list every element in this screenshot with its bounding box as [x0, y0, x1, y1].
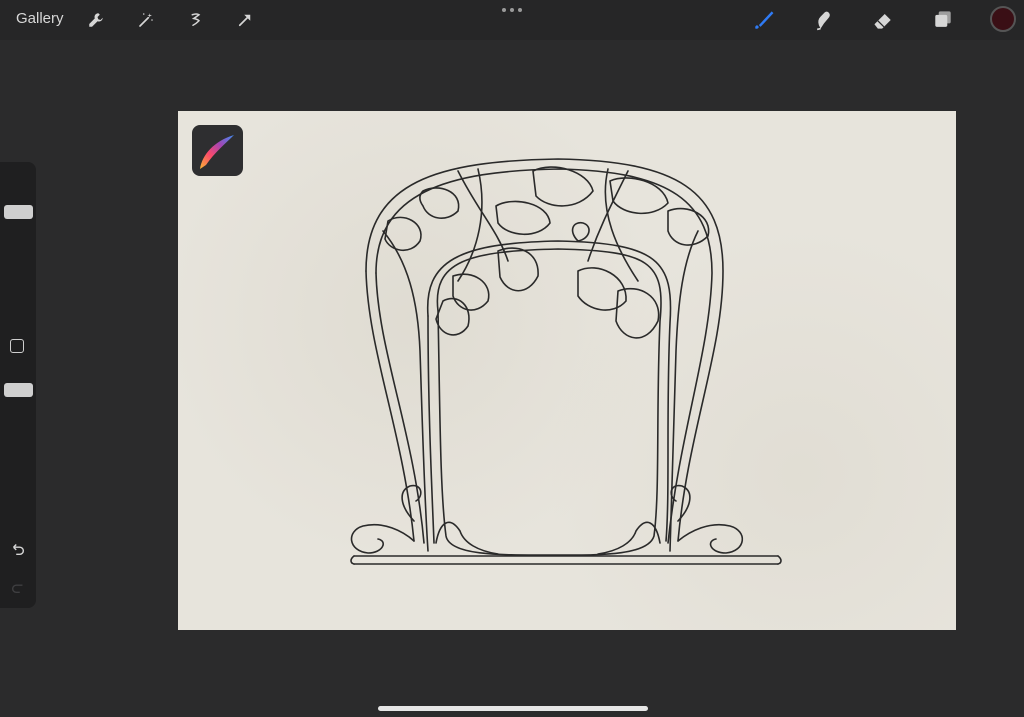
procreate-logo-icon: [192, 125, 243, 176]
top-toolbar: Gallery: [0, 0, 1024, 40]
drawing-canvas[interactable]: [178, 111, 956, 630]
eraser-icon[interactable]: [869, 6, 897, 34]
undo-icon[interactable]: [9, 540, 27, 558]
brush-size-slider[interactable]: [8, 170, 30, 310]
brush-size-handle[interactable]: [4, 205, 33, 219]
color-picker-swatch[interactable]: [990, 6, 1016, 32]
redo-icon[interactable]: [9, 578, 27, 596]
square-icon[interactable]: [10, 339, 24, 353]
selection-icon[interactable]: [184, 8, 208, 32]
brush-icon[interactable]: [750, 6, 778, 34]
art-nouveau-frame-drawing: [350, 158, 782, 565]
wrench-icon[interactable]: [84, 8, 108, 32]
smudge-icon[interactable]: [810, 6, 838, 34]
transform-arrow-icon[interactable]: [233, 8, 257, 32]
layers-icon[interactable]: [929, 6, 957, 34]
magic-wand-icon[interactable]: [134, 8, 158, 32]
more-dots-icon[interactable]: [498, 4, 526, 16]
opacity-handle[interactable]: [4, 383, 33, 397]
home-indicator[interactable]: [378, 706, 648, 711]
gallery-button[interactable]: Gallery: [16, 10, 64, 27]
left-sidebar: [0, 162, 36, 608]
